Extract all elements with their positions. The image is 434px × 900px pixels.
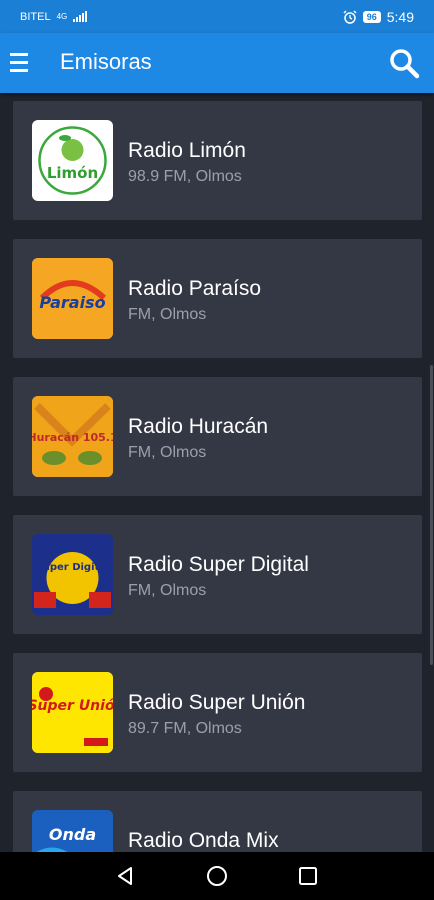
station-name: Radio Super Unión xyxy=(128,691,306,714)
station-logo: Paraiso xyxy=(32,258,113,339)
station-info: FM, Olmos xyxy=(128,444,207,461)
app-bar: Emisoras xyxy=(0,33,434,93)
station-logo-text: Onda xyxy=(49,825,96,844)
carrier-label: BITEL xyxy=(20,10,51,23)
station-logo: Huracán 105.1 xyxy=(32,396,113,477)
system-nav-bar xyxy=(0,852,434,900)
station-list[interactable]: Limón Radio Limón 98.9 FM, Olmos Paraiso… xyxy=(0,93,434,852)
station-card[interactable]: Super Unión Radio Super Unión 89.7 FM, O… xyxy=(13,653,422,772)
clock: 5:49 xyxy=(386,8,414,25)
station-name: Radio Limón xyxy=(128,139,246,162)
menu-icon[interactable] xyxy=(10,51,28,75)
station-name: Radio Huracán xyxy=(128,415,269,438)
alarm-icon xyxy=(343,9,357,24)
station-logo: Onda xyxy=(32,810,113,852)
station-card[interactable]: Limón Radio Limón 98.9 FM, Olmos xyxy=(13,101,422,220)
station-card[interactable]: Huracán 105.1 Radio Huracán FM, Olmos xyxy=(13,377,422,496)
back-icon xyxy=(117,867,132,885)
station-logo: Super Unión xyxy=(32,672,113,753)
status-bar: BITEL 4G 96 5:49 xyxy=(0,0,434,33)
station-card[interactable]: Onda Radio Onda Mix xyxy=(13,791,422,852)
station-info: 98.9 FM, Olmos xyxy=(128,168,242,185)
network-type: 4G xyxy=(56,12,68,21)
station-card[interactable]: Super Digital Radio Super Digital FM, Ol… xyxy=(13,515,422,634)
station-logo: Super Digital xyxy=(32,534,113,615)
station-name: Radio Onda Mix xyxy=(128,829,279,852)
station-logo: Limón xyxy=(32,120,113,201)
battery-indicator: 96 xyxy=(362,10,381,23)
search-icon[interactable] xyxy=(388,47,420,79)
station-name: Radio Paraíso xyxy=(128,277,262,300)
station-logo-text: Huracán 105.1 xyxy=(32,431,113,444)
back-button[interactable] xyxy=(114,864,138,888)
station-logo-text: Super Unión xyxy=(32,698,113,714)
recents-button[interactable] xyxy=(296,864,320,888)
station-logo-text: Super Digital xyxy=(36,562,110,573)
station-logo-text: Paraiso xyxy=(39,293,105,312)
station-info: FM, Olmos xyxy=(128,306,207,323)
signal-icon xyxy=(73,11,88,22)
station-info: 89.7 FM, Olmos xyxy=(128,720,242,737)
home-icon xyxy=(206,866,227,886)
scrollbar[interactable] xyxy=(430,365,433,665)
recents-icon xyxy=(299,867,318,885)
station-name: Radio Super Digital xyxy=(128,553,309,576)
station-card[interactable]: Paraiso Radio Paraíso FM, Olmos xyxy=(13,239,422,358)
page-title: Emisoras xyxy=(60,49,152,74)
station-logo-text: Limón xyxy=(47,164,98,182)
home-button[interactable] xyxy=(205,864,229,888)
station-info: FM, Olmos xyxy=(128,582,207,599)
